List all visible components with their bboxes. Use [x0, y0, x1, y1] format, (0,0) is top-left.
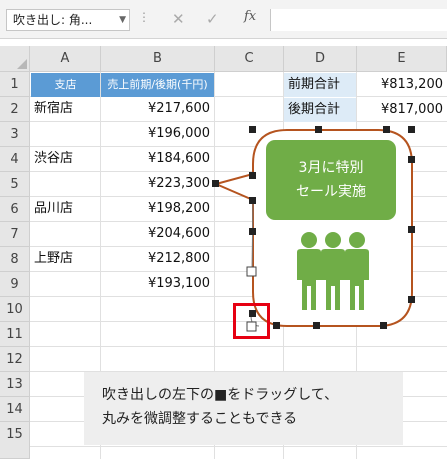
adjustment-handle[interactable]: [246, 266, 257, 277]
caption-line-1: 吹き出しの左下の■をドラッグして、: [102, 387, 339, 403]
resize-handle[interactable]: [408, 226, 415, 233]
caption-box: 吹き出しの左下の■をドラッグして、 丸みを微調整することもできる: [84, 372, 403, 445]
resize-handle[interactable]: [315, 126, 322, 133]
resize-handle[interactable]: [408, 126, 415, 133]
resize-handle[interactable]: [249, 172, 256, 179]
resize-handle[interactable]: [313, 322, 320, 329]
resize-handle[interactable]: [380, 322, 387, 329]
callout-line-1: 3月に特別: [298, 160, 364, 176]
resize-handle[interactable]: [249, 197, 256, 204]
resize-handle[interactable]: [273, 322, 280, 329]
callout-line-2: セール実施: [296, 184, 366, 200]
resize-handle[interactable]: [408, 156, 415, 163]
resize-handle[interactable]: [383, 126, 390, 133]
caption-line-2: 丸みを微調整することもできる: [102, 411, 298, 427]
resize-handle[interactable]: [249, 228, 256, 235]
callout-text: 3月に特別 セール実施: [266, 156, 396, 204]
tail-handle[interactable]: [212, 180, 219, 187]
resize-handle[interactable]: [249, 126, 256, 133]
resize-handle[interactable]: [408, 296, 415, 303]
highlight-box: [233, 303, 270, 339]
